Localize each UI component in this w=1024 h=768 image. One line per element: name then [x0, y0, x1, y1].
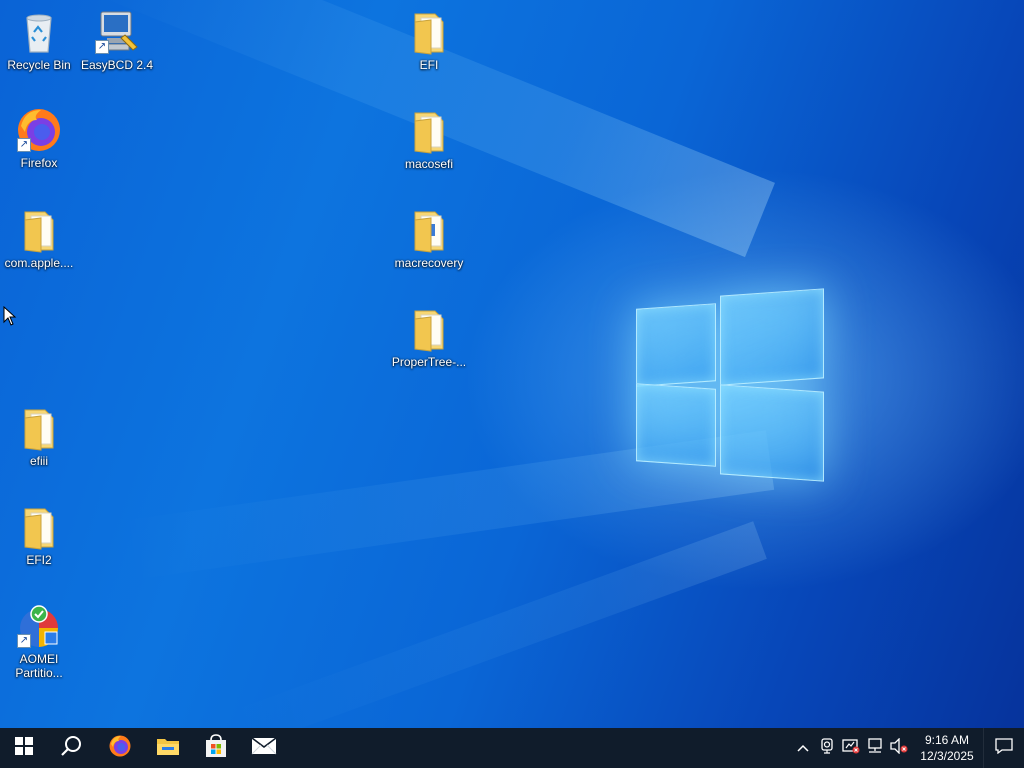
action-center-icon	[995, 737, 1013, 759]
tray-volume-button[interactable]	[887, 728, 911, 768]
desktop-icon-firefox[interactable]: ↗ Firefox	[0, 106, 78, 170]
taskbar-file-explorer-button[interactable]	[144, 728, 192, 768]
mouse-cursor-icon	[3, 305, 17, 331]
tray-security-button[interactable]	[839, 728, 863, 768]
desktop-icon-label: EFI2	[26, 553, 52, 567]
folder-icon	[15, 503, 63, 551]
light-beam	[226, 521, 767, 728]
desktop-icon-com-apple[interactable]: com.apple....	[0, 206, 78, 270]
desktop-icon-label: com.apple....	[4, 256, 74, 270]
desktop-icon-efi[interactable]: EFI	[390, 8, 468, 72]
security-icon	[842, 738, 860, 759]
shortcut-arrow-icon: ↗	[17, 138, 31, 152]
clock-time: 9:16 AM	[924, 733, 970, 747]
taskbar-microsoft-store-button[interactable]	[192, 728, 240, 768]
windows-logo-wallpaper	[636, 288, 824, 482]
desktop-icon-label: Firefox	[20, 156, 58, 170]
desktop-icon-recycle-bin[interactable]: Recycle Bin	[0, 8, 78, 72]
clock-date: 12/3/2025	[920, 749, 974, 763]
microsoft-store-icon	[204, 733, 228, 763]
desktop-icon-label: ProperTree-...	[391, 355, 467, 369]
desktop-icon-label: Recycle Bin	[7, 58, 71, 72]
taskbar-mail-button[interactable]	[240, 728, 288, 768]
folder-icon	[15, 404, 63, 452]
desktop-icon-efi2[interactable]: EFI2	[0, 503, 78, 567]
folder-icon	[405, 305, 453, 353]
folder-icon	[405, 8, 453, 56]
taskbar: 9:16 AM 12/3/2025	[0, 728, 1024, 768]
network-icon	[866, 737, 884, 759]
taskbar-firefox-button[interactable]	[96, 728, 144, 768]
tray-webcam-button[interactable]	[815, 728, 839, 768]
shortcut-arrow-icon: ↗	[17, 634, 31, 648]
taskbar-clock[interactable]: 9:16 AM 12/3/2025	[911, 732, 983, 764]
folder-icon	[15, 206, 63, 254]
webcam-icon	[820, 737, 834, 759]
firefox-icon: ↗	[15, 106, 63, 154]
desktop[interactable]: Recycle Bin ↗ EasyBCD 2.4 ↗ Firefox com.…	[0, 0, 1024, 728]
folder-icon	[405, 206, 453, 254]
easybcd-icon: ↗	[93, 8, 141, 56]
firefox-icon	[108, 734, 132, 763]
tray-network-button[interactable]	[863, 728, 887, 768]
desktop-icon-label: EFI	[419, 58, 439, 72]
desktop-icon-macrecovery[interactable]: macrecovery	[390, 206, 468, 270]
search-button[interactable]	[48, 728, 96, 768]
action-center-button[interactable]	[983, 728, 1024, 768]
desktop-icon-label: macrecovery	[394, 256, 464, 270]
volume-muted-icon	[890, 736, 908, 759]
desktop-icon-label: AOMEI Partitio...	[15, 652, 63, 680]
desktop-icon-propertree[interactable]: ProperTree-...	[390, 305, 468, 369]
folder-icon	[405, 107, 453, 155]
shortcut-arrow-icon: ↗	[95, 40, 109, 54]
recycle-bin-icon	[15, 8, 63, 56]
chevron-up-icon	[797, 739, 809, 757]
desktop-icon-efiii[interactable]: efiii	[0, 404, 78, 468]
mail-icon	[251, 736, 277, 760]
search-icon	[61, 735, 83, 762]
desktop-icon-macosefi[interactable]: macosefi	[390, 107, 468, 171]
desktop-icon-aomei-partition[interactable]: ↗ AOMEI Partitio...	[0, 602, 78, 680]
show-hidden-icons-button[interactable]	[791, 728, 815, 768]
desktop-icon-label: EasyBCD 2.4	[80, 58, 154, 72]
start-button[interactable]	[0, 728, 48, 768]
windows-start-icon	[15, 736, 33, 760]
desktop-icon-label: efiii	[29, 454, 48, 468]
system-tray: 9:16 AM 12/3/2025	[791, 728, 1024, 768]
desktop-icon-easybcd[interactable]: ↗ EasyBCD 2.4	[78, 8, 156, 72]
file-explorer-icon	[156, 736, 180, 761]
aomei-partition-icon: ↗	[15, 602, 63, 650]
desktop-icon-label: macosefi	[404, 157, 454, 171]
